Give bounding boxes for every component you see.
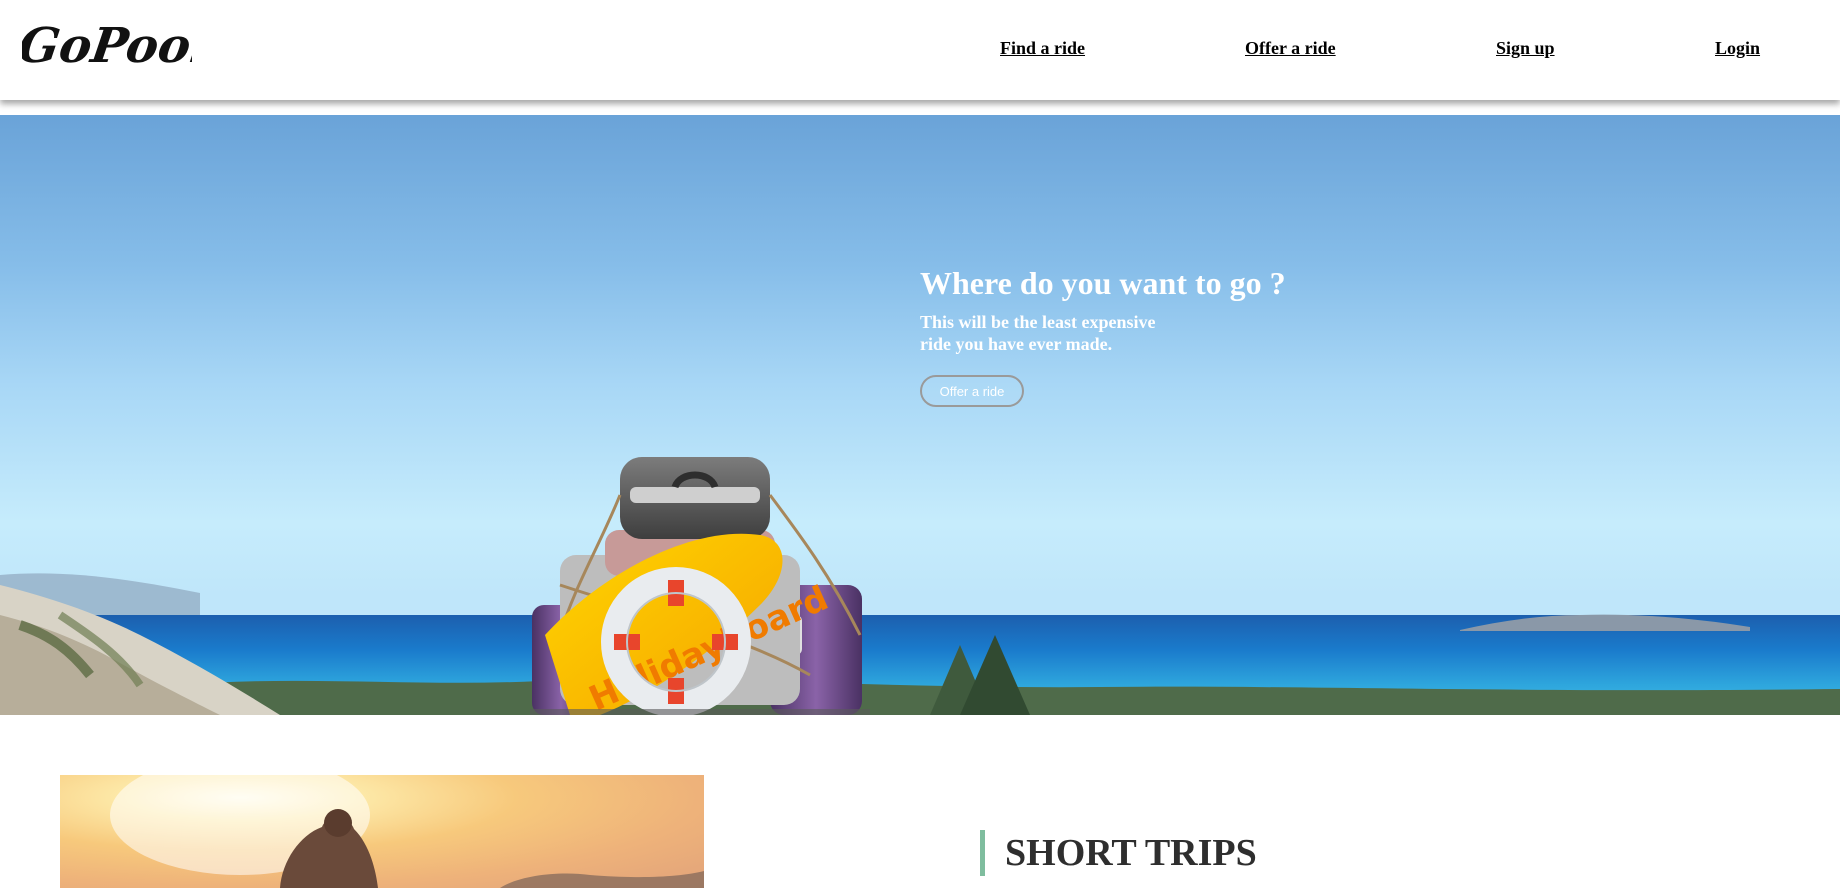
short-trips-photo <box>60 775 704 888</box>
nav-sign-up-link[interactable]: Sign up <box>1496 38 1555 59</box>
hero-offer-ride-button[interactable]: Offer a ride <box>920 375 1024 407</box>
nav-login-link[interactable]: Login <box>1715 38 1760 59</box>
short-trips-heading: SHORT TRIPS <box>980 830 1257 876</box>
nav-offer-ride-link[interactable]: Offer a ride <box>1245 38 1336 59</box>
navbar: GoPool... Find a ride Offer a ride Sign … <box>0 0 1840 100</box>
hero-subtitle: This will be the least expensive ride yo… <box>920 312 1156 354</box>
hero-background-image: HolidayBoard <box>0 457 1840 715</box>
nav-find-ride-link[interactable]: Find a ride <box>1000 38 1085 59</box>
gopool-logo[interactable]: GoPool... <box>22 8 192 88</box>
svg-text:GoPool...: GoPool... <box>22 18 192 74</box>
hero-title: Where do you want to go ? <box>920 265 1286 301</box>
hero-banner: HolidayBoard Where do you want to go ? T… <box>0 115 1840 715</box>
traveler-silhouette-image <box>110 775 704 888</box>
